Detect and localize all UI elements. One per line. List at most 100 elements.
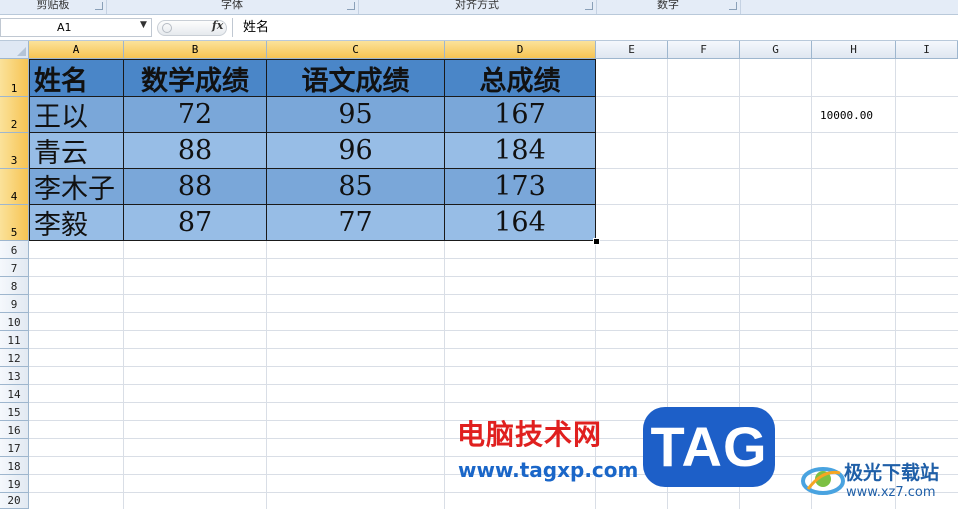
row-header-10[interactable]: 10 bbox=[0, 313, 29, 331]
dialog-launcher-icon[interactable] bbox=[347, 2, 355, 10]
grid-line bbox=[123, 241, 124, 509]
row-number: 9 bbox=[10, 298, 18, 311]
watermark-site-url: www.tagxp.com bbox=[458, 458, 639, 482]
row-header-11[interactable]: 11 bbox=[0, 331, 29, 349]
ribbon-group-alignment[interactable]: 对齐方式 bbox=[358, 0, 597, 14]
row-number: 11 bbox=[7, 334, 21, 347]
row-number: 12 bbox=[7, 352, 21, 365]
row-number: 3 bbox=[10, 154, 18, 167]
table-cell[interactable]: 77 bbox=[267, 205, 445, 241]
row-header-1[interactable]: 1 bbox=[0, 59, 29, 97]
table-cell[interactable]: 85 bbox=[267, 169, 445, 205]
table-cell[interactable]: 87 bbox=[124, 205, 267, 241]
row-header-9[interactable]: 9 bbox=[0, 295, 29, 313]
row-header-14[interactable]: 14 bbox=[0, 385, 29, 403]
table-cell[interactable]: 李毅 bbox=[29, 205, 124, 241]
fill-handle[interactable] bbox=[593, 238, 600, 245]
ribbon-group-label: 剪贴板 bbox=[36, 0, 70, 11]
column-header-F[interactable]: F bbox=[668, 41, 740, 59]
column-header-B[interactable]: B bbox=[124, 41, 267, 59]
grid-line bbox=[29, 294, 958, 295]
table-header-cell[interactable]: 姓名 bbox=[29, 59, 124, 97]
column-header-E[interactable]: E bbox=[596, 41, 668, 59]
table-cell[interactable]: 95 bbox=[267, 97, 445, 133]
row-number: 16 bbox=[7, 424, 21, 437]
grid-line bbox=[595, 168, 958, 169]
row-header-16[interactable]: 16 bbox=[0, 421, 29, 439]
chevron-down-icon[interactable]: ▼ bbox=[140, 20, 147, 30]
ribbon-group-number[interactable]: 数字 bbox=[596, 0, 741, 14]
row-number: 5 bbox=[10, 226, 18, 239]
ribbon-group-font[interactable]: 字体 bbox=[106, 0, 359, 14]
column-header-I[interactable]: I bbox=[896, 41, 958, 59]
row-number: 6 bbox=[10, 244, 18, 257]
table-cell[interactable]: 王以 bbox=[29, 97, 124, 133]
row-header-15[interactable]: 15 bbox=[0, 403, 29, 421]
row-number: 18 bbox=[7, 460, 21, 473]
column-header-D[interactable]: D bbox=[445, 41, 596, 59]
dialog-launcher-icon[interactable] bbox=[95, 2, 103, 10]
table-cell[interactable]: 184 bbox=[445, 133, 596, 169]
table-cell[interactable]: 72 bbox=[124, 97, 267, 133]
grid-line bbox=[29, 384, 958, 385]
cell-H2[interactable]: 10000.00 bbox=[820, 109, 873, 122]
select-all-button[interactable] bbox=[0, 41, 29, 59]
grid-line bbox=[595, 96, 958, 97]
ribbon-group-label: 对齐方式 bbox=[455, 0, 499, 11]
row-header-12[interactable]: 12 bbox=[0, 349, 29, 367]
grid-line bbox=[811, 59, 812, 509]
row-header-19[interactable]: 19 bbox=[0, 475, 29, 493]
column-header-C[interactable]: C bbox=[267, 41, 445, 59]
table-cell[interactable]: 李木子 bbox=[29, 169, 124, 205]
ribbon-bar: 剪贴板 字体 对齐方式 数字 bbox=[0, 0, 958, 15]
row-header-20[interactable]: 20 bbox=[0, 493, 29, 509]
row-header-17[interactable]: 17 bbox=[0, 439, 29, 457]
watermark-xz-name: 极光下载站 bbox=[844, 462, 940, 484]
row-header-6[interactable]: 6 bbox=[0, 241, 29, 259]
dialog-launcher-icon[interactable] bbox=[729, 2, 737, 10]
row-header-8[interactable]: 8 bbox=[0, 277, 29, 295]
grid-line bbox=[29, 276, 958, 277]
row-number: 7 bbox=[10, 262, 18, 275]
row-header-18[interactable]: 18 bbox=[0, 457, 29, 475]
grid-line bbox=[444, 241, 445, 509]
row-number: 8 bbox=[10, 280, 18, 293]
formula-input[interactable]: 姓名 bbox=[243, 18, 269, 37]
row-header-13[interactable]: 13 bbox=[0, 367, 29, 385]
table-cell[interactable]: 88 bbox=[124, 169, 267, 205]
table-cell[interactable]: 167 bbox=[445, 97, 596, 133]
formula-separator bbox=[232, 18, 233, 37]
column-header-A[interactable]: A bbox=[29, 41, 124, 59]
column-header-G[interactable]: G bbox=[740, 41, 812, 59]
ribbon-group-label: 数字 bbox=[657, 0, 679, 11]
ribbon-group-clipboard[interactable]: 剪贴板 bbox=[0, 0, 107, 14]
row-header-5[interactable]: 5 bbox=[0, 205, 29, 241]
grid-line bbox=[29, 402, 958, 403]
table-header-cell[interactable]: 数学成绩 bbox=[124, 59, 267, 97]
name-box[interactable]: A1 bbox=[0, 18, 152, 37]
grid-line bbox=[895, 59, 896, 509]
row-number: 20 bbox=[7, 494, 21, 507]
tag-logo: TAG bbox=[643, 407, 775, 487]
row-header-4[interactable]: 4 bbox=[0, 169, 29, 205]
row-header-7[interactable]: 7 bbox=[0, 259, 29, 277]
watermark-site-name: 电脑技术网 bbox=[457, 418, 603, 451]
fx-icon[interactable]: fx bbox=[212, 19, 223, 32]
table-header-cell[interactable]: 语文成绩 bbox=[267, 59, 445, 97]
dialog-launcher-icon[interactable] bbox=[585, 2, 593, 10]
row-number: 19 bbox=[7, 478, 21, 491]
grid-line bbox=[29, 330, 958, 331]
table-cell[interactable]: 88 bbox=[124, 133, 267, 169]
grid-line bbox=[595, 204, 958, 205]
table-cell[interactable]: 96 bbox=[267, 133, 445, 169]
row-header-3[interactable]: 3 bbox=[0, 133, 29, 169]
table-cell[interactable]: 164 bbox=[445, 205, 596, 241]
column-header-H[interactable]: H bbox=[812, 41, 896, 59]
grid-line bbox=[595, 132, 958, 133]
row-number: 13 bbox=[7, 370, 21, 383]
grid-line bbox=[29, 312, 958, 313]
table-cell[interactable]: 青云 bbox=[29, 133, 124, 169]
table-cell[interactable]: 173 bbox=[445, 169, 596, 205]
row-header-2[interactable]: 2 bbox=[0, 97, 29, 133]
table-header-cell[interactable]: 总成绩 bbox=[445, 59, 596, 97]
